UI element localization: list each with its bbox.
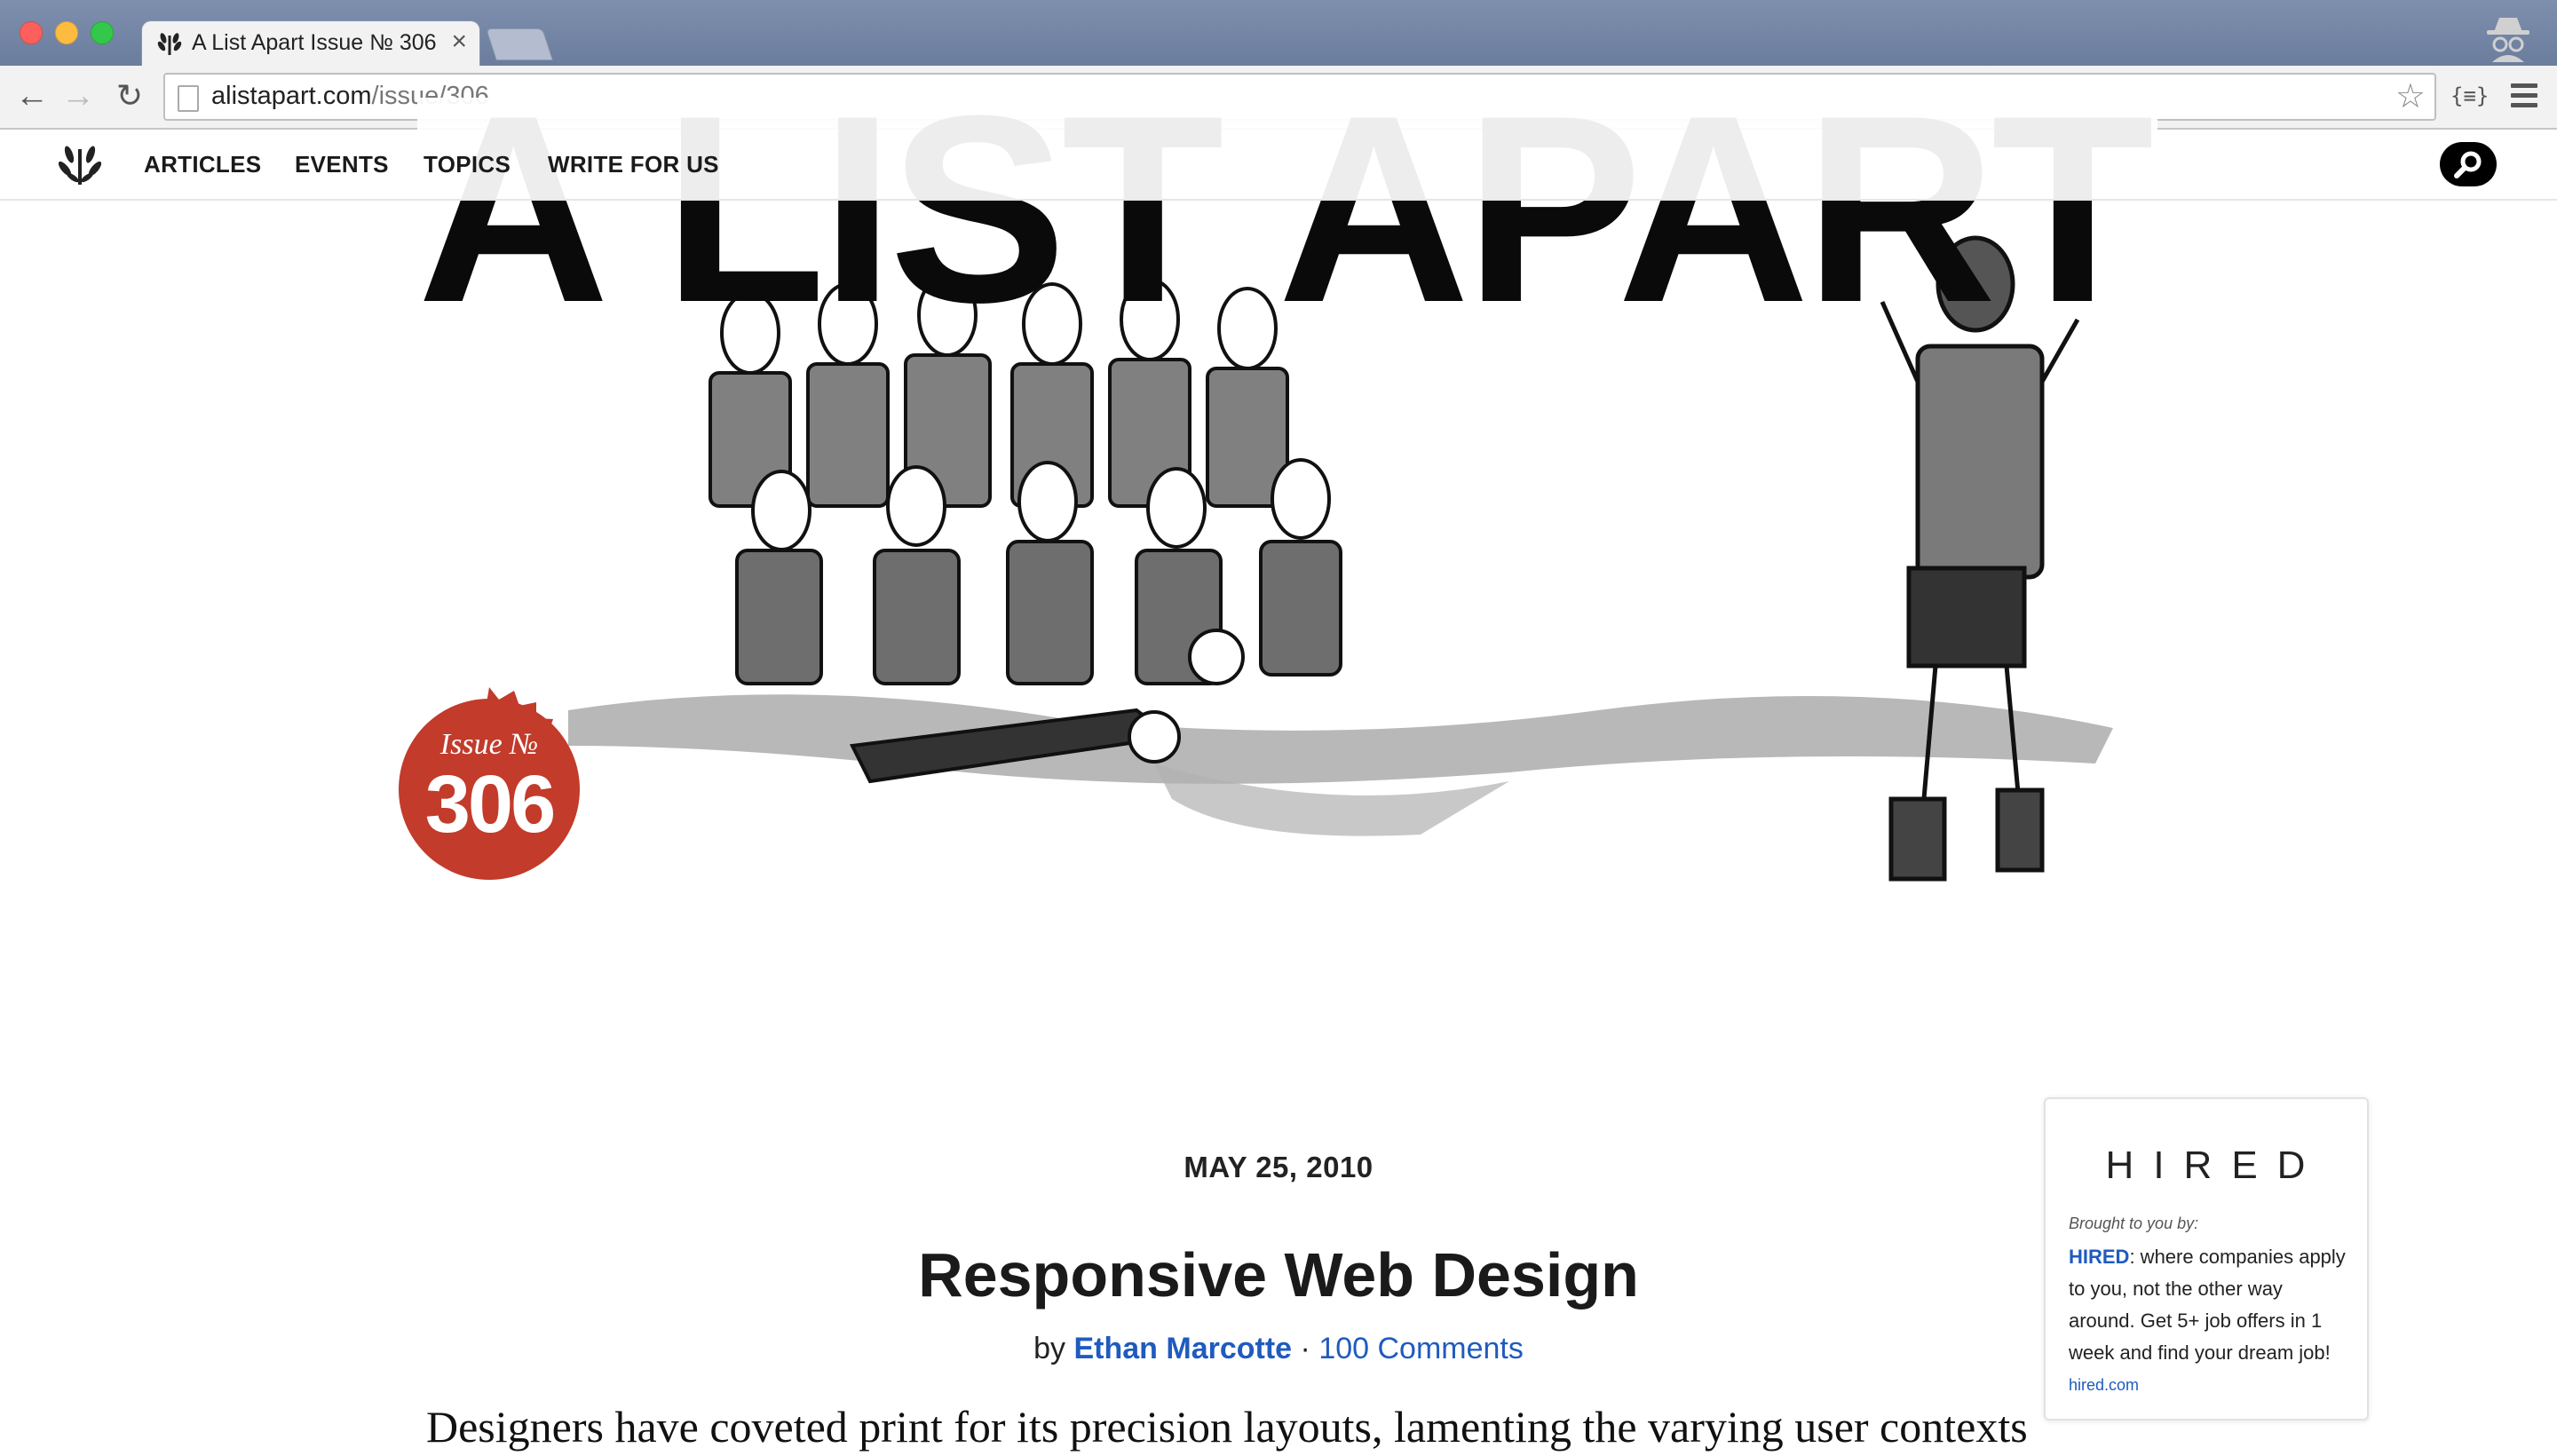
article-lede: Designers have coveted print for its pre… [426, 1402, 2028, 1452]
issue-badge: Issue № 306 [387, 687, 591, 891]
ad-brand[interactable]: HIRED [2069, 1246, 2129, 1268]
comments-link[interactable]: 100 Comments [1318, 1332, 1524, 1365]
browser-tab-active[interactable]: A List Apart Issue № 306 × [142, 21, 479, 67]
page-icon [178, 85, 199, 112]
issue-number: 306 [424, 759, 557, 850]
reload-icon[interactable]: ↻ [110, 76, 149, 115]
sponsor-ad[interactable]: HIRED Brought to you by: HIRED: where co… [2044, 1097, 2369, 1420]
ad-copy: HIRED: where companies apply to you, not… [2069, 1241, 2353, 1369]
nav-events[interactable]: EVENTS [295, 151, 389, 178]
extension-icon[interactable]: {≡} [2450, 83, 2489, 108]
byline-separator: · [1292, 1332, 1319, 1365]
tab-close-icon[interactable]: × [451, 27, 467, 57]
search-icon [2454, 151, 2482, 178]
author-link[interactable]: Ethan Marcotte [1074, 1332, 1293, 1365]
ad-link[interactable]: hired.com [2069, 1376, 2139, 1395]
issue-label: Issue № [439, 728, 539, 761]
forward-arrow-icon[interactable]: → [59, 76, 98, 115]
site-nav: ARTICLES EVENTS TOPICS WRITE FOR US [0, 130, 2557, 201]
tab-title: A List Apart Issue № 306 [192, 30, 437, 55]
window-maximize-button[interactable] [91, 21, 114, 44]
ala-logo-icon[interactable] [57, 142, 103, 186]
window-minimize-button[interactable] [55, 21, 78, 44]
browser-tabstrip: A List Apart Issue № 306 × [0, 0, 2557, 67]
window-close-button[interactable] [20, 21, 43, 44]
back-arrow-icon[interactable]: ← [12, 76, 51, 115]
hamburger-menu-icon[interactable] [2511, 83, 2537, 113]
nav-write-for-us[interactable]: WRITE FOR US [548, 151, 719, 178]
team-photo-illustration [568, 235, 2113, 882]
ad-brought-by: Brought to you by: [2069, 1215, 2199, 1232]
byline-by: by [1033, 1332, 1066, 1365]
hired-logo: HIRED [2105, 1143, 2325, 1187]
search-button[interactable] [2440, 142, 2497, 186]
nav-articles[interactable]: ARTICLES [144, 151, 261, 178]
incognito-icon [2487, 18, 2529, 62]
ala-favicon-icon [157, 33, 182, 55]
bookmark-star-icon[interactable]: ☆ [2395, 76, 2426, 116]
new-tab-button[interactable] [486, 28, 553, 60]
nav-topics[interactable]: TOPICS [424, 151, 511, 178]
